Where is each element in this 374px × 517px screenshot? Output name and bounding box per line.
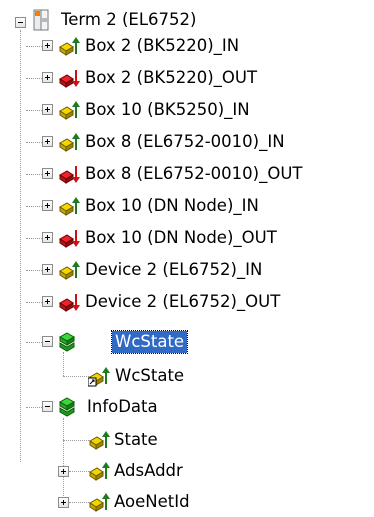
tree-item[interactable]: Box 10 (DN Node)_IN [0, 194, 374, 222]
tree-item-label: Box 10 (BK5250)_IN [85, 100, 250, 119]
tree-item[interactable]: Box 2 (BK5220)_OUT [0, 66, 374, 94]
tree-subitem-label: AdsAddr [114, 461, 183, 480]
collapse-toggle-icon[interactable] [42, 401, 53, 412]
collapse-toggle-icon[interactable] [42, 336, 53, 347]
expand-toggle-icon[interactable] [42, 104, 53, 115]
tree-item[interactable]: Box 2 (BK5220)_IN [0, 34, 374, 62]
collapse-toggle-icon[interactable] [15, 17, 26, 28]
tree-subitem[interactable]: State [0, 427, 374, 455]
input-variable-icon [59, 101, 80, 120]
expand-toggle-icon[interactable] [58, 497, 69, 508]
tree-item[interactable]: Box 10 (DN Node)_OUT [0, 226, 374, 254]
linked-input-variable-icon [88, 367, 110, 387]
input-variable-icon [59, 133, 80, 152]
tree-subitem[interactable]: AoeNetId [0, 489, 374, 517]
tree-item[interactable]: Device 2 (EL6752)_IN [0, 258, 374, 286]
tree-subitem-label: WcState [115, 366, 185, 385]
tree-item-label: Device 2 (EL6752)_IN [85, 260, 263, 279]
tree-item[interactable]: Device 2 (EL6752)_OUT [0, 290, 374, 318]
status-group-icon [58, 397, 76, 417]
expand-toggle-icon[interactable] [42, 168, 53, 179]
expand-toggle-icon[interactable] [42, 40, 53, 51]
terminal-icon [33, 9, 49, 31]
tree-subitem-label: AoeNetId [114, 492, 190, 511]
input-variable-icon [59, 197, 80, 216]
tree-item-infodata[interactable]: InfoData [0, 394, 374, 422]
tree-item-label: Box 10 (DN Node)_IN [85, 196, 259, 215]
input-variable-icon [89, 462, 110, 481]
tree-root-row[interactable]: Term 2 (EL6752) [0, 6, 374, 34]
output-variable-icon [59, 294, 80, 312]
tree-item-label: InfoData [87, 397, 158, 416]
expand-toggle-icon[interactable] [42, 232, 53, 243]
tree-item[interactable]: Box 10 (BK5250)_IN [0, 98, 374, 126]
expand-toggle-icon[interactable] [42, 296, 53, 307]
output-variable-icon [59, 230, 80, 248]
tree-root-label: Term 2 (EL6752) [61, 10, 197, 29]
tree-subitem[interactable]: WcState [0, 363, 374, 391]
tree-subitem-label: State [114, 430, 158, 449]
tree-item[interactable]: Box 8 (EL6752-0010)_OUT [0, 162, 374, 190]
input-variable-icon [59, 37, 80, 56]
input-variable-icon [89, 493, 110, 512]
tree-item-label: Box 2 (BK5220)_IN [85, 36, 240, 55]
tree-item-label: WcState [110, 330, 189, 354]
tree-item-label: Box 8 (EL6752-0010)_IN [85, 132, 285, 151]
expand-toggle-icon[interactable] [42, 136, 53, 147]
expand-toggle-icon[interactable] [58, 466, 69, 477]
tree-item-label: Box 8 (EL6752-0010)_OUT [85, 164, 303, 183]
expand-toggle-icon[interactable] [42, 72, 53, 83]
tree-item-label: Box 2 (BK5220)_OUT [85, 68, 258, 87]
output-variable-icon [59, 70, 80, 88]
output-variable-icon [59, 166, 80, 184]
tree-item[interactable]: Box 8 (EL6752-0010)_IN [0, 130, 374, 158]
input-variable-icon [89, 431, 110, 450]
input-variable-icon [59, 261, 80, 280]
tree-item-label: Device 2 (EL6752)_OUT [85, 292, 281, 311]
tree-item-label: Box 10 (DN Node)_OUT [85, 228, 277, 247]
expand-toggle-icon[interactable] [42, 264, 53, 275]
expand-toggle-icon[interactable] [42, 200, 53, 211]
tree-subitem[interactable]: AdsAddr [0, 458, 374, 486]
tree-item-wcstate[interactable]: WcState [0, 329, 374, 357]
status-group-icon [58, 332, 76, 352]
